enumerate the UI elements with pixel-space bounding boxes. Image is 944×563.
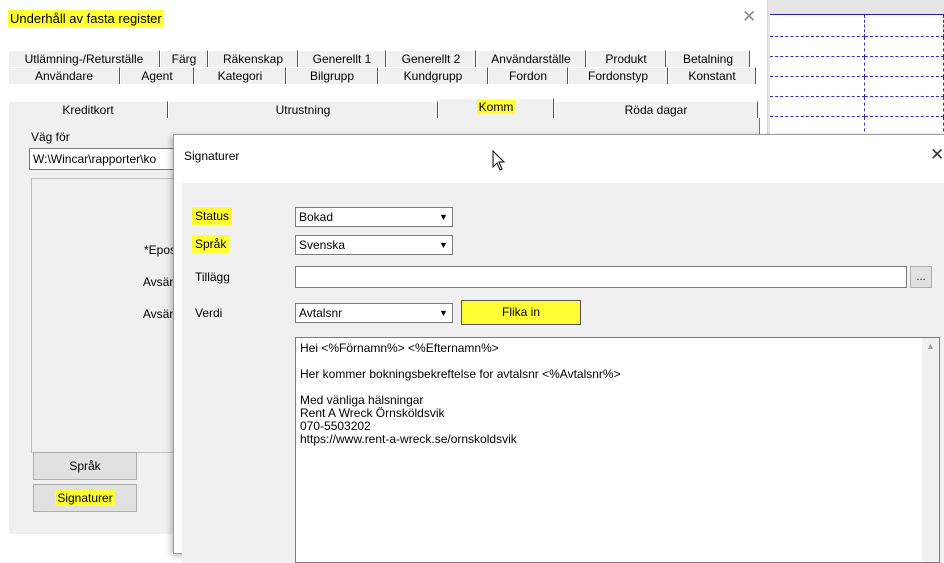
scroll-up-icon[interactable]: ▲ <box>922 340 939 353</box>
sprak-label: Språk <box>192 235 230 253</box>
tab-generellt-2[interactable]: Generellt 2 <box>386 50 476 67</box>
tab-anvandare[interactable]: Användare <box>8 67 120 84</box>
sender-label: Avsän <box>142 275 176 289</box>
flika-in-button[interactable]: Flika in <box>461 300 581 325</box>
path-input[interactable]: W:\Wincar\rapporter\ko <box>29 148 189 170</box>
tab-agent[interactable]: Agent <box>120 67 194 84</box>
tab-fordon[interactable]: Fordon <box>488 67 568 84</box>
browse-button[interactable]: ... <box>910 266 932 288</box>
tab-kundgrupp[interactable]: Kundgrupp <box>378 67 488 84</box>
verdi-label: Verdi <box>195 306 223 320</box>
tab-bilgrupp[interactable]: Bilgrupp <box>286 67 378 84</box>
tab-komm[interactable]: Komm <box>438 98 554 119</box>
signature-line: Hei <%Förnamn%> <%Efternamn%> <box>300 341 499 355</box>
chevron-down-icon[interactable]: ▼ <box>436 209 451 225</box>
sprak-select-value: Svenska <box>299 238 346 252</box>
tab-kategori[interactable]: Kategori <box>194 67 286 84</box>
status-label: Status <box>192 207 233 225</box>
signature-line: Her kommer bokningsbekreftelse for avtal… <box>300 367 621 381</box>
tab-utrustning[interactable]: Utrustning <box>168 101 438 119</box>
tab-produkt[interactable]: Produkt <box>586 50 666 67</box>
signature-line: https://www.rent-a-wreck.se/ornskoldsvik <box>300 432 517 446</box>
close-icon[interactable]: ✕ <box>742 7 756 27</box>
window-title: Underhåll av fasta register <box>8 10 164 27</box>
tab-kreditkort[interactable]: Kreditkort <box>8 101 168 119</box>
verdi-select[interactable]: Avtalsnr ▼ <box>295 303 453 323</box>
tab-fordonstyp[interactable]: Fordonstyp <box>568 67 668 84</box>
dialog-close-icon[interactable]: ✕ <box>930 145 944 165</box>
email-group-box: *Epos Avsän Avsän <box>31 178 181 453</box>
verdi-select-value: Avtalsnr <box>299 306 343 320</box>
mouse-cursor-icon <box>492 150 506 171</box>
signature-textarea[interactable]: Hei <%Förnamn%> <%Efternamn%> Her kommer… <box>295 337 940 563</box>
tab-konstant[interactable]: Konstant <box>668 67 756 84</box>
tab-anvandarstalle[interactable]: Användarställe <box>476 50 586 67</box>
tab-betalning[interactable]: Betalning <box>666 50 750 67</box>
dialog-body: Status Bokad ▼ Språk Svenska ▼ Tillägg .… <box>182 183 944 563</box>
signaturer-button-label: Signaturer <box>55 490 115 506</box>
tab-strip: Utlämning-/Returställe Färg Räkenskap Ge… <box>8 50 760 119</box>
vertical-scrollbar[interactable]: ▲ <box>922 338 939 562</box>
path-label: Väg för <box>31 130 70 144</box>
signaturer-dialog: Signaturer ✕ Status Bokad ▼ Språk Svensk… <box>173 134 944 563</box>
tillagg-input[interactable] <box>295 266 907 288</box>
tab-farg[interactable]: Färg <box>160 50 208 67</box>
sprak-button[interactable]: Språk <box>33 452 137 480</box>
status-select[interactable]: Bokad ▼ <box>295 207 453 227</box>
sprak-select[interactable]: Svenska ▼ <box>295 235 453 255</box>
tab-roda-dagar[interactable]: Röda dagar <box>554 101 758 119</box>
tab-utlamning[interactable]: Utlämning-/Returställe <box>8 50 160 67</box>
tab-rakenskap[interactable]: Räkenskap <box>208 50 298 67</box>
tillagg-label: Tillägg <box>195 270 230 284</box>
sender-label-2: Avsän <box>142 307 176 321</box>
tab-generellt-1[interactable]: Generellt 1 <box>298 50 386 67</box>
signature-line: Rent A Wreck Örnsköldsvik <box>300 406 445 420</box>
chevron-down-icon[interactable]: ▼ <box>436 305 451 321</box>
signaturer-button[interactable]: Signaturer <box>33 484 137 512</box>
email-label: *Epos <box>143 243 176 257</box>
status-select-value: Bokad <box>299 210 334 224</box>
dialog-title: Signaturer <box>184 149 240 163</box>
chevron-down-icon[interactable]: ▼ <box>436 237 451 253</box>
